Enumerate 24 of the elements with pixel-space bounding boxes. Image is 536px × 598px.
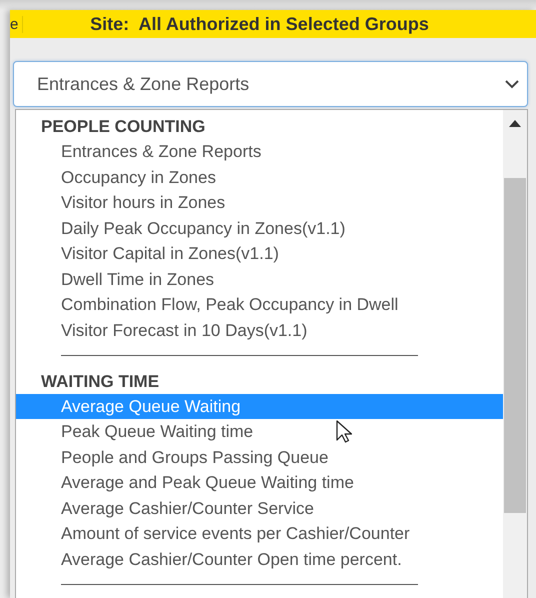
scroll-up-icon[interactable] — [509, 120, 521, 127]
report-select[interactable]: Entrances & Zone Reports — [13, 61, 528, 107]
dropdown-option[interactable]: Average and Peak Queue Waiting time — [16, 470, 503, 496]
scroll-thumb[interactable] — [504, 178, 526, 513]
dropdown-option[interactable]: Daily Peak Occupancy in Zones(v1.1) — [16, 216, 503, 241]
chevron-down-icon — [505, 80, 519, 88]
site-title: Site: All Authorized in Selected Groups — [89, 14, 430, 34]
dropdown-option[interactable]: Entrances & Zone Reports — [16, 139, 503, 164]
cut-text: e — [10, 16, 23, 32]
dropdown-option[interactable]: Amount of service events per Cashier/Counter — [16, 521, 503, 546]
dropdown-option[interactable]: Combination Flow, Peak Occupancy in Dwell — [16, 292, 503, 318]
dropdown-option[interactable]: Visitor hours in Zones — [16, 190, 503, 216]
scrollbar[interactable] — [503, 110, 527, 598]
dropdown-option[interactable]: People and Groups Passing Queue — [16, 444, 503, 470]
dropdown-option[interactable]: Average Cashier/Counter Service — [16, 496, 503, 521]
dropdown-option[interactable]: Average Cashier/Counter Open time percent. — [16, 546, 503, 572]
group-header: PEOPLE COUNTING — [40, 116, 206, 138]
dropdown-option[interactable]: Dwell Time in Zones — [16, 266, 503, 292]
group-header: WAITING TIME — [40, 370, 160, 392]
dropdown-option[interactable]: Visitor Capital in Zones(v1.1) — [16, 241, 503, 266]
dropdown-option[interactable]: Visitor Forecast in 10 Days(v1.1) — [16, 318, 503, 343]
dropdown-option[interactable]: Occupancy in Zones — [16, 164, 503, 190]
dropdown-option[interactable]: Peak Queue Waiting time — [16, 419, 503, 444]
mouse-pointer-icon — [336, 420, 352, 444]
